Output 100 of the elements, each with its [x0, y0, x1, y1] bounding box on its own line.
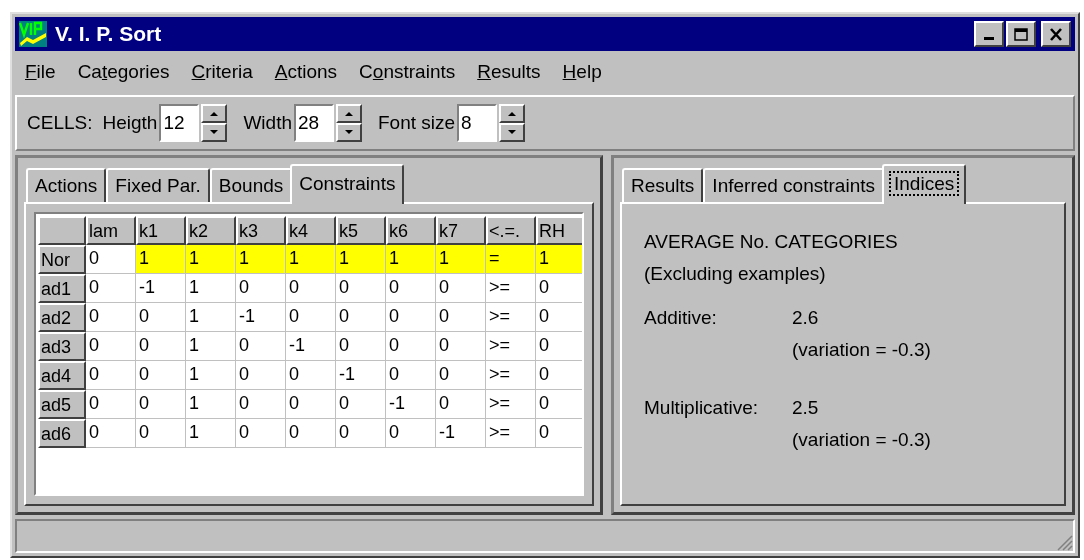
indices-subheading: (Excluding examples) — [644, 262, 827, 286]
tab[interactable]: Bounds — [209, 168, 293, 202]
table-cell: 0 — [336, 332, 386, 361]
table-cell: 0 — [436, 274, 486, 303]
tab[interactable]: Inferred constraints — [703, 168, 884, 202]
table-cell: 0 — [336, 274, 386, 303]
table-cell: 0 — [386, 274, 436, 303]
table-cell: >= — [486, 303, 536, 332]
tab[interactable]: Results — [622, 168, 704, 202]
table-cell: 1 — [536, 245, 582, 274]
index-label: Additive: — [644, 306, 718, 330]
table-cell: -1 — [336, 361, 386, 390]
close-icon — [1049, 27, 1063, 41]
cells-label: CELLS: — [27, 112, 93, 134]
menu-item[interactable]: File — [25, 61, 56, 83]
table-cell: 0 — [386, 303, 436, 332]
row-header: ad6 — [38, 419, 86, 448]
table-cell: 0 — [336, 303, 386, 332]
table-cell: 0 — [86, 419, 136, 448]
minimize-button[interactable] — [974, 21, 1004, 47]
table-cell: 0 — [136, 390, 186, 419]
table-cell: 1 — [236, 245, 286, 274]
window-title: V. I. P. Sort — [55, 22, 162, 46]
maximize-button[interactable] — [1006, 21, 1036, 47]
index-value: 2.5 — [792, 396, 820, 420]
table-cell: 0 — [236, 390, 286, 419]
menu-item[interactable]: Help — [562, 61, 602, 83]
table-cell: 0 — [286, 361, 336, 390]
table-cell: 0 — [336, 390, 386, 419]
spin-up-button[interactable] — [499, 104, 526, 123]
table-cell: 0 — [86, 390, 136, 419]
up-arrow-icon — [345, 111, 353, 116]
table-cell: 0 — [436, 390, 486, 419]
table-cell: 1 — [186, 303, 236, 332]
table-cell: >= — [486, 361, 536, 390]
down-arrow-icon — [345, 130, 353, 135]
column-header: RH — [536, 216, 582, 245]
table-cell: >= — [486, 390, 536, 419]
table-cell: 0 — [286, 303, 336, 332]
table-cell: 0 — [86, 245, 136, 274]
column-header: <.=. — [486, 216, 536, 245]
number-field[interactable]: 8 — [457, 104, 498, 142]
spin-down-button[interactable] — [201, 123, 228, 142]
column-header: k5 — [336, 216, 386, 245]
column-header: k1 — [136, 216, 186, 245]
table-cell: 1 — [186, 419, 236, 448]
table-cell: 0 — [236, 419, 286, 448]
table-cell: -1 — [236, 303, 286, 332]
row-header: ad3 — [38, 332, 86, 361]
spin-down-button[interactable] — [336, 123, 362, 142]
row-header: ad5 — [38, 390, 86, 419]
table-cell: 1 — [336, 245, 386, 274]
spin-down-button[interactable] — [499, 123, 526, 142]
app-logo-icon — [19, 21, 47, 47]
table-cell: 0 — [136, 303, 186, 332]
spin-up-button[interactable] — [336, 104, 362, 123]
row-header: ad4 — [38, 361, 86, 390]
table-cell: 0 — [86, 332, 136, 361]
table-cell: 1 — [186, 274, 236, 303]
index-label: Multiplicative: — [644, 396, 760, 420]
menu-item[interactable]: Actions — [274, 61, 338, 83]
table-cell: -1 — [136, 274, 186, 303]
table-cell: 1 — [286, 245, 336, 274]
menu-item[interactable]: Criteria — [191, 61, 253, 83]
tab[interactable]: Indices — [882, 164, 967, 204]
menu-item[interactable]: Results — [477, 61, 541, 83]
table-cell: -1 — [436, 419, 486, 448]
table-cell: 0 — [286, 274, 336, 303]
menu-item[interactable]: Categories — [77, 61, 170, 83]
maximize-icon — [1014, 27, 1028, 41]
number-field[interactable]: 12 — [159, 104, 200, 142]
indices-heading: AVERAGE No. CATEGORIES — [644, 230, 899, 254]
table-cell: 1 — [186, 361, 236, 390]
table-cell: 0 — [436, 332, 486, 361]
table-cell: 1 — [436, 245, 486, 274]
row-header: ad2 — [38, 303, 86, 332]
table-cell: 1 — [186, 245, 236, 274]
table-cell: 1 — [136, 245, 186, 274]
menu-item[interactable]: Constraints — [359, 61, 456, 83]
variation-text: (variation = -0.3) — [792, 338, 931, 362]
table-cell: -1 — [386, 390, 436, 419]
up-arrow-icon — [508, 111, 517, 116]
table-cell: 0 — [136, 361, 186, 390]
table-cell: -1 — [286, 332, 336, 361]
tab[interactable]: Actions — [26, 168, 107, 202]
down-arrow-icon — [508, 130, 517, 135]
table-cell: 0 — [236, 332, 286, 361]
spin-up-button[interactable] — [201, 104, 228, 123]
close-button[interactable] — [1041, 21, 1071, 47]
table-cell: >= — [486, 332, 536, 361]
table-cell: 0 — [386, 332, 436, 361]
row-header: ad1 — [38, 274, 86, 303]
row-header: Nor — [38, 245, 86, 274]
table-cell: 1 — [386, 245, 436, 274]
table-cell: 0 — [236, 274, 286, 303]
column-header: k7 — [436, 216, 486, 245]
tab[interactable]: Constraints — [290, 164, 405, 204]
number-field[interactable]: 28 — [294, 104, 334, 142]
tab[interactable]: Fixed Par. — [106, 168, 210, 202]
table-cell: 1 — [186, 390, 236, 419]
